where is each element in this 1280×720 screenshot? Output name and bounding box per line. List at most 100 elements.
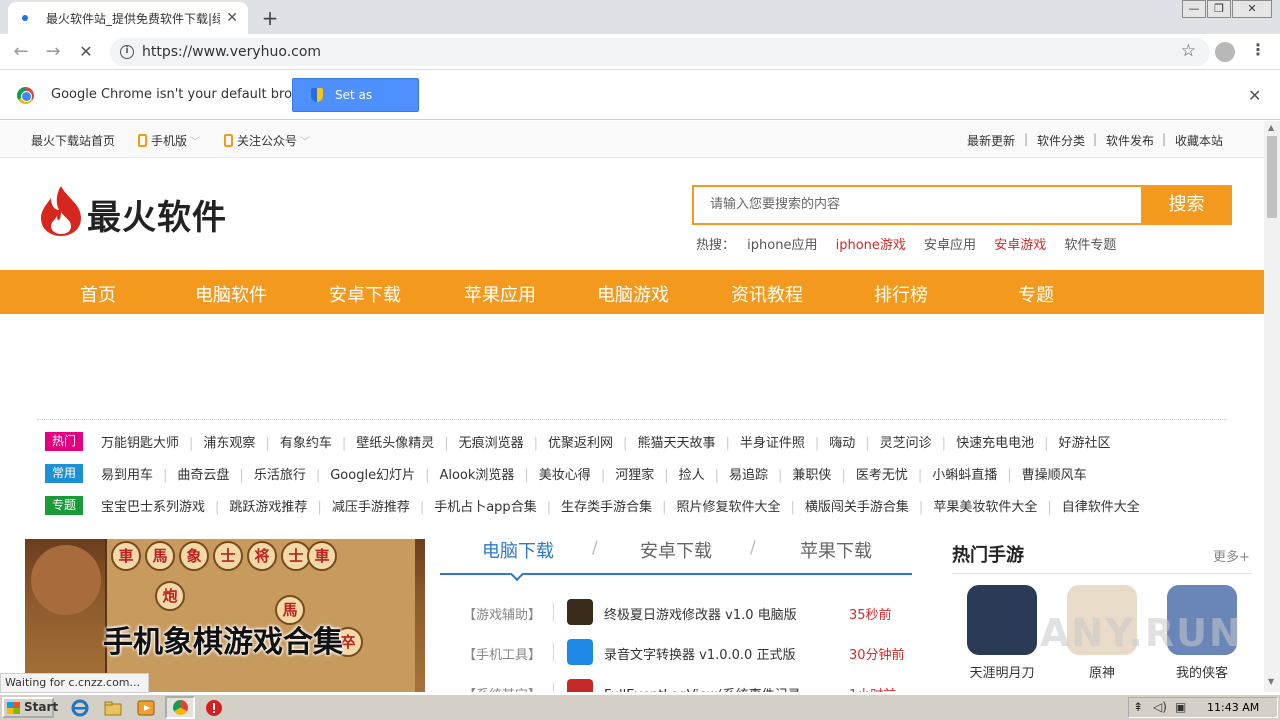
browser-tab[interactable]: 最火软件站_提供免费软件下载|绿色 ✕ bbox=[8, 2, 248, 34]
game-card[interactable]: 天涯明月刀 bbox=[957, 585, 1047, 681]
bookmark-site-link[interactable]: 收藏本站 bbox=[1175, 132, 1223, 149]
tag-link[interactable]: 美妆心得 bbox=[539, 464, 591, 483]
tag-link[interactable]: 医考无忧 bbox=[856, 464, 908, 483]
nav-item-home[interactable]: 首页 bbox=[80, 281, 116, 307]
tab-close-icon[interactable]: ✕ bbox=[226, 10, 238, 26]
tag-link[interactable]: 嗨动 bbox=[829, 432, 855, 451]
tag-link[interactable]: 曲奇云盘 bbox=[177, 464, 229, 483]
download-name[interactable]: FullEventLogView(系统事件记录 bbox=[604, 684, 801, 692]
tag-link[interactable]: 万能钥匙大师 bbox=[101, 432, 179, 451]
search-input[interactable]: 请输入您要搜索的内容 bbox=[692, 185, 1142, 225]
site-info-icon[interactable]: i bbox=[120, 45, 134, 59]
folder-icon[interactable] bbox=[104, 699, 122, 717]
tag-link[interactable]: 生存类手游合集 bbox=[561, 496, 652, 515]
download-row[interactable]: 【系统其它】 FullEventLogView(系统事件记录 1小时前 bbox=[463, 679, 913, 692]
hot-search-term[interactable]: iphone游戏 bbox=[836, 238, 906, 253]
taskbar-chrome-button[interactable] bbox=[165, 696, 195, 719]
forward-button[interactable]: → bbox=[41, 40, 65, 64]
hot-search-term[interactable]: 安卓应用 bbox=[924, 238, 976, 253]
start-button[interactable]: Start bbox=[2, 697, 58, 718]
tag-link[interactable]: 手机占卜app合集 bbox=[434, 496, 536, 515]
tag-link[interactable]: 无痕浏览器 bbox=[459, 432, 524, 451]
maximize-button[interactable]: ❐ bbox=[1207, 0, 1231, 18]
game-name[interactable]: 原神 bbox=[1057, 662, 1147, 681]
media-player-icon[interactable] bbox=[137, 699, 155, 717]
tag-link[interactable]: Alook浏览器 bbox=[439, 464, 514, 483]
tag-link[interactable]: 横版闯关手游合集 bbox=[805, 496, 909, 515]
tag-link[interactable]: 熊猫天天故事 bbox=[637, 432, 715, 451]
tag-link[interactable]: 快速充电电池 bbox=[956, 432, 1034, 451]
tag-link[interactable]: 捡人 bbox=[679, 464, 705, 483]
latest-updates-link[interactable]: 最新更新 bbox=[967, 132, 1015, 149]
network-icon[interactable]: ▣ bbox=[1175, 700, 1186, 714]
stop-loading-button[interactable]: ✕ bbox=[74, 40, 98, 64]
nav-item-news[interactable]: 资讯教程 bbox=[731, 281, 803, 307]
download-category[interactable]: 【游戏辅助】 bbox=[463, 604, 541, 623]
tag-link[interactable]: 壁纸头像精灵 bbox=[356, 432, 434, 451]
ie-icon[interactable] bbox=[71, 699, 89, 717]
tag-link[interactable]: 苹果美妆软件大全 bbox=[933, 496, 1037, 515]
profile-avatar[interactable] bbox=[1215, 42, 1235, 62]
tag-link[interactable]: 河狸家 bbox=[615, 464, 654, 483]
tag-link[interactable]: 跳跃游戏推荐 bbox=[229, 496, 307, 515]
site-home-link[interactable]: 最火下载站首页 bbox=[31, 132, 115, 149]
game-name[interactable]: 天涯明月刀 bbox=[957, 662, 1047, 681]
download-name[interactable]: 终极夏日游戏修改器 v1.0 电脑版 bbox=[604, 604, 797, 623]
url-text[interactable]: https://www.veryhuo.com bbox=[142, 44, 321, 60]
tag-link[interactable]: 灵芝问诊 bbox=[880, 432, 932, 451]
mobile-version-link[interactable]: 手机版 ﹀ bbox=[138, 132, 200, 149]
tag-link[interactable]: 好游社区 bbox=[1058, 432, 1110, 451]
game-name[interactable]: 我的侠客 bbox=[1157, 662, 1247, 681]
software-category-link[interactable]: 软件分类 bbox=[1037, 132, 1085, 149]
software-publish-link[interactable]: 软件发布 bbox=[1106, 132, 1154, 149]
back-button[interactable]: ← bbox=[9, 40, 33, 64]
new-tab-button[interactable]: + bbox=[258, 6, 282, 30]
nav-item-topics[interactable]: 专题 bbox=[1018, 281, 1054, 307]
nav-item-ranking[interactable]: 排行榜 bbox=[874, 281, 928, 307]
chrome-menu-icon[interactable]: ⋮ bbox=[1250, 40, 1266, 59]
tag-link[interactable]: 乐活旅行 bbox=[254, 464, 306, 483]
tag-link[interactable]: 曹操顺风车 bbox=[1022, 464, 1087, 483]
nav-item-android[interactable]: 安卓下载 bbox=[329, 281, 401, 307]
download-name[interactable]: 录音文字转换器 v1.0.0.0 正式版 bbox=[604, 644, 795, 663]
scroll-up-icon[interactable]: ▲ bbox=[1268, 123, 1274, 132]
tag-link[interactable]: 易追踪 bbox=[729, 464, 768, 483]
tag-link[interactable]: 照片修复软件大全 bbox=[677, 496, 781, 515]
tag-link[interactable]: 宝宝巴士系列游戏 bbox=[101, 496, 205, 515]
nav-item-pc-games[interactable]: 电脑游戏 bbox=[597, 281, 669, 307]
set-default-button[interactable]: Set as default bbox=[292, 78, 419, 134]
scrollbar-thumb[interactable] bbox=[1267, 136, 1277, 218]
stop-sign-icon[interactable] bbox=[205, 699, 223, 717]
page-scrollbar[interactable]: ▲ ▼ bbox=[1264, 121, 1280, 692]
download-row[interactable]: 【游戏辅助】 终极夏日游戏修改器 v1.0 电脑版 35秒前 bbox=[463, 599, 913, 625]
download-category[interactable]: 【手机工具】 bbox=[463, 644, 541, 663]
tag-link[interactable]: 小蝌蚪直播 bbox=[932, 464, 997, 483]
infobar-close-icon[interactable]: ✕ bbox=[1248, 86, 1261, 105]
nav-item-pc-software[interactable]: 电脑软件 bbox=[195, 281, 267, 307]
tag-link[interactable]: 优聚返利网 bbox=[548, 432, 613, 451]
tag-link[interactable]: 易到用车 bbox=[101, 464, 153, 483]
download-row[interactable]: 【手机工具】 录音文字转换器 v1.0.0.0 正式版 30分钟前 bbox=[463, 639, 913, 665]
hot-search-term[interactable]: iphone应用 bbox=[747, 238, 817, 253]
tag-link[interactable]: 半身证件照 bbox=[740, 432, 805, 451]
follow-account-link[interactable]: 关注公众号 ﹀ bbox=[224, 132, 310, 149]
tag-link[interactable]: 兼职侠 bbox=[792, 464, 831, 483]
scroll-down-icon[interactable]: ▼ bbox=[1268, 677, 1274, 686]
nav-item-apple[interactable]: 苹果应用 bbox=[464, 281, 536, 307]
bookmark-star-icon[interactable]: ☆ bbox=[1181, 41, 1196, 61]
chess-banner[interactable]: 車 馬 象 士 将 士 車 炮 馬 卒 手机象棋游戏合集 bbox=[25, 539, 425, 692]
tag-link[interactable]: Google幻灯片 bbox=[330, 464, 415, 483]
tray-expand-icon[interactable]: ⇞ bbox=[1133, 700, 1143, 714]
site-logo[interactable]: 最火软件 bbox=[37, 184, 237, 238]
minimize-button[interactable]: — bbox=[1182, 0, 1206, 18]
tab-pc-download[interactable]: 电脑下载 bbox=[482, 537, 554, 563]
hot-search-term[interactable]: 软件专题 bbox=[1064, 238, 1116, 253]
address-bar[interactable]: i https://www.veryhuo.com ☆ bbox=[110, 38, 1210, 66]
tab-android-download[interactable]: 安卓下载 bbox=[640, 537, 712, 563]
hot-games-more-link[interactable]: 更多+ bbox=[1213, 546, 1250, 565]
download-category[interactable]: 【系统其它】 bbox=[463, 684, 541, 692]
search-button[interactable]: 搜索 bbox=[1141, 185, 1232, 225]
tab-apple-download[interactable]: 苹果下载 bbox=[800, 537, 872, 563]
tag-link[interactable]: 有象约车 bbox=[280, 432, 332, 451]
hot-search-term[interactable]: 安卓游戏 bbox=[994, 238, 1046, 253]
